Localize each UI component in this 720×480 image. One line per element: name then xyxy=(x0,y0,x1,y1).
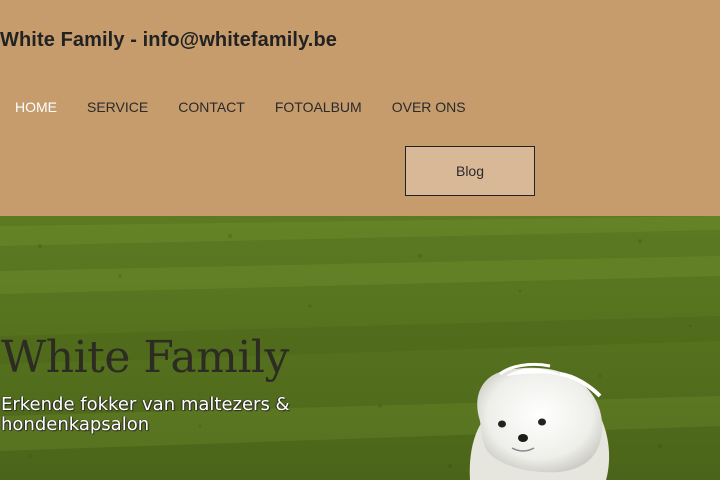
nav-item-service[interactable]: SERVICE xyxy=(72,98,163,116)
nav-item-contact[interactable]: CONTACT xyxy=(163,98,260,116)
main-nav: HOME SERVICE CONTACT FOTOALBUM OVER ONS xyxy=(0,98,481,116)
nav-item-over-ons[interactable]: OVER ONS xyxy=(377,98,481,116)
page: White Family - info@whitefamily.be HOME … xyxy=(0,0,720,480)
nav-item-fotoalbum[interactable]: FOTOALBUM xyxy=(260,98,377,116)
blog-button-label: Blog xyxy=(455,163,485,179)
blog-button[interactable]: Blog xyxy=(405,146,535,196)
site-title: White Family - info@whitefamily.be xyxy=(0,29,338,51)
site-header: White Family - info@whitefamily.be HOME … xyxy=(0,0,720,216)
hero-title: White Family xyxy=(1,332,289,383)
hero-subtitle: Erkende fokker van maltezers & hondenkap… xyxy=(1,394,290,435)
hero-banner: White Family Erkende fokker van maltezer… xyxy=(0,216,720,480)
nav-item-home[interactable]: HOME xyxy=(0,98,72,116)
